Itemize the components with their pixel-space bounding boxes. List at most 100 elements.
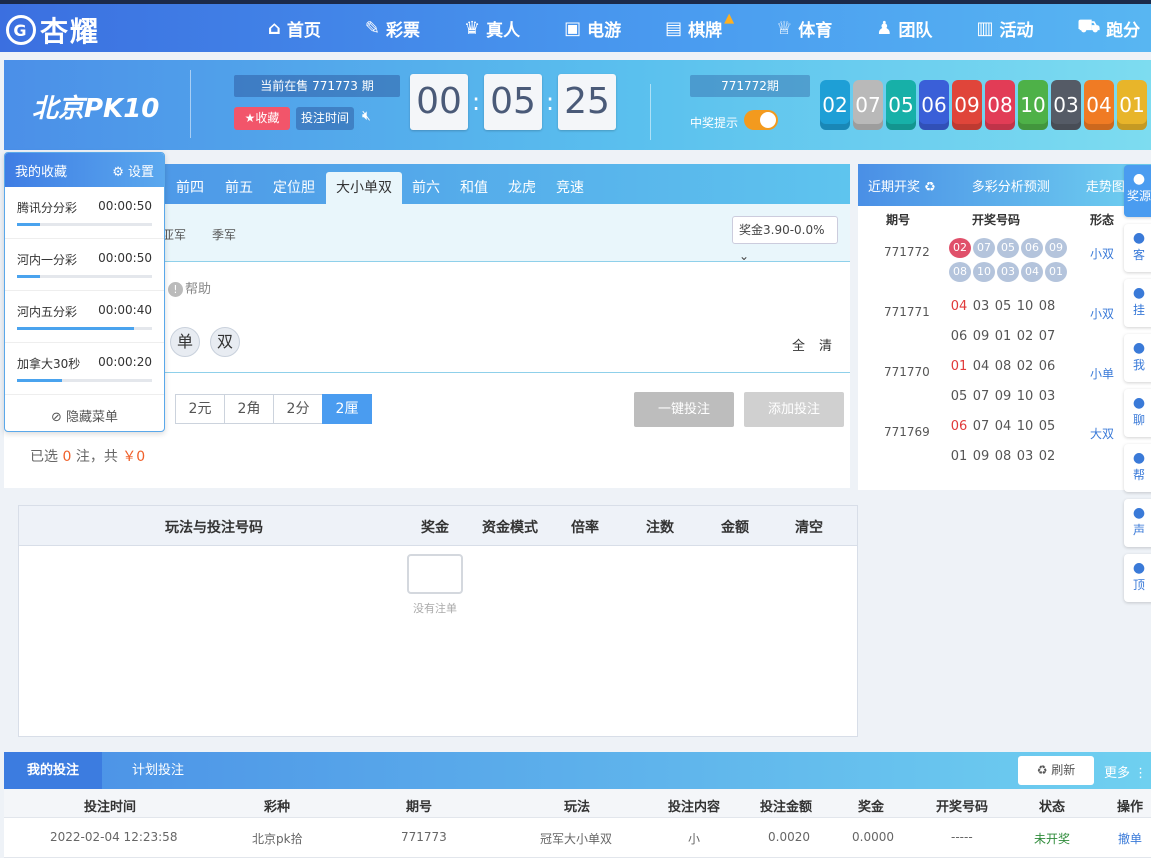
choice-even[interactable]: 双 [210, 327, 240, 357]
refresh-button[interactable]: ♻ 刷新 [1018, 756, 1094, 785]
favorite-item[interactable]: 加拿大30秒 00:00:20 [5, 343, 164, 395]
help-link[interactable]: ! 帮助 [168, 278, 211, 297]
nav-item-label: 体育 [798, 20, 833, 41]
sidebar-item[interactable]: ● 奖源 [1124, 165, 1151, 217]
favorite-progress [17, 327, 152, 330]
nav-item-label: 团队 [898, 20, 933, 41]
play-tab[interactable]: 前六 [404, 172, 448, 204]
draw-period: 771772 [884, 245, 930, 259]
nav-item-5[interactable]: ♕ 体育 [776, 16, 832, 41]
result-ball: 10 [1018, 80, 1048, 130]
draw-number: 04 [950, 299, 968, 314]
tab-trend-chart[interactable]: 走势图 [1086, 176, 1125, 195]
tab-plan-bets[interactable]: 计划投注 [132, 752, 184, 789]
select-all-button[interactable]: 全 [792, 335, 805, 354]
draw-number: 06 [950, 329, 968, 344]
bet-unit-option[interactable]: 2角 [224, 394, 274, 424]
nav-item-label: 首页 [286, 20, 321, 41]
prize-select[interactable]: 奖金3.90-0.0% ⌄ [732, 216, 838, 263]
sidebar-item[interactable]: ● 挂 [1124, 279, 1151, 327]
sidebar-item[interactable]: ● 帮 [1124, 444, 1151, 492]
result-ball: 06 [919, 80, 949, 130]
sidebar-item[interactable]: ● 我 [1124, 334, 1151, 382]
quick-bet-button[interactable]: 一键投注 [634, 392, 734, 427]
column-header: 玩法与投注号码 [165, 520, 263, 536]
bet-unit-option[interactable]: 2分 [273, 394, 323, 424]
play-tab[interactable]: 大小单双 [326, 172, 402, 204]
favorite-item[interactable]: 河内五分彩 00:00:40 [5, 291, 164, 343]
bet-unit-option[interactable]: 2元 [175, 394, 225, 424]
nav-item-8[interactable]: ⛟ 跑分 [1077, 16, 1140, 41]
table-cell: 2022-02-04 12:23:58 [50, 830, 178, 844]
nav-item-label: 彩票 [385, 20, 420, 41]
sidebar-item[interactable]: ● 声 [1124, 499, 1151, 547]
hide-menu-button[interactable]: ⊘ 隐藏菜单 [5, 395, 164, 425]
column-header: 奖金 [421, 520, 449, 536]
draw-period: 771770 [884, 365, 930, 379]
win-hint-toggle[interactable] [744, 110, 778, 130]
draw-shape: 小单 [1090, 367, 1115, 381]
cancel-bet-link[interactable]: 撤单 [1118, 830, 1142, 847]
nav-item-2[interactable]: ♛ 真人 [464, 16, 520, 41]
nav-item-0[interactable]: ⌂ 首页 [268, 16, 321, 41]
nav-item-7[interactable]: ▥ 活动 [976, 16, 1033, 41]
play-tab[interactable]: 竞速 [548, 172, 592, 204]
nav-item-6[interactable]: ♟ 团队 [876, 16, 932, 41]
sidebar-item[interactable]: ● 客 [1124, 224, 1151, 272]
bet-time-button[interactable]: 投注时间 [296, 107, 354, 130]
table-cell: 771773 [401, 830, 447, 844]
favorites-settings-button[interactable]: ⚙ 设置 [112, 161, 154, 180]
favorite-countdown: 00:00:40 [98, 303, 152, 317]
play-tab[interactable]: 定位胆 [266, 172, 322, 204]
table-cell: 0.0020 [768, 830, 810, 844]
sidebar-icon: ● [1132, 340, 1146, 356]
draw-number: 04 [1021, 262, 1043, 282]
site-logo[interactable]: G 杏耀 [6, 12, 100, 48]
draw-number: 10 [1016, 299, 1034, 314]
my-bets-tabs: 我的投注 计划投注 ♻ 刷新 更多 ⋮ [4, 752, 1151, 789]
result-ball: 05 [886, 80, 916, 130]
result-balls: 02 07 05 06 09 08 10 03 04 01 [820, 80, 1150, 130]
bet-slip-header: 玩法与投注号码 奖金 资金模式 倍率 注数 金额 清空 [19, 506, 857, 546]
recent-draws-columns: 期号 开奖号码 形态 [886, 212, 1115, 227]
subtab-third[interactable]: 季军 [212, 226, 236, 243]
choice-odd[interactable]: 单 [170, 327, 200, 357]
recent-draws-panel: 近期开奖 ♻ 多彩分析预测 走势图 期号 开奖号码 形态 771772 02 07 0… [858, 164, 1151, 490]
clear-selection-button[interactable]: 清 [819, 335, 832, 354]
sidebar-item[interactable]: ● 聊 [1124, 389, 1151, 437]
countdown-hours: 00 [410, 74, 468, 130]
add-bet-button[interactable]: 添加投注 [744, 392, 844, 427]
tab-recent-draws[interactable]: 近期开奖 ♻ [868, 176, 936, 195]
favorite-item[interactable]: 河内一分彩 00:00:50 [5, 239, 164, 291]
favorite-item[interactable]: 腾讯分分彩 00:00:50 [5, 187, 164, 239]
table-row: 2022-02-04 12:23:58 北京pk拾 771773 冠军大小单双 小 0.0… [4, 818, 1151, 858]
play-tab[interactable]: 龙虎 [500, 172, 544, 204]
empty-slip: 没有注单 [407, 554, 463, 616]
mute-icon[interactable]: 🔇︎ [362, 108, 371, 124]
draw-number: 02 [1016, 329, 1034, 344]
subtab-second[interactable]: 亚军 [162, 226, 186, 243]
recent-draws-tabs: 近期开奖 ♻ 多彩分析预测 走势图 [858, 164, 1151, 206]
play-tab[interactable]: 前四 [168, 172, 212, 204]
draw-number: 07 [972, 419, 990, 434]
tab-analysis[interactable]: 多彩分析预测 [972, 176, 1050, 195]
play-tab[interactable]: 和值 [452, 172, 496, 204]
column-header[interactable]: 清空 [795, 517, 823, 537]
column-header: 状态 [1039, 800, 1066, 815]
more-button[interactable]: 更多 ⋮ [1104, 762, 1147, 781]
column-header: 投注金额 [760, 800, 813, 815]
countdown-clock: 00 : 05 : 25 [410, 74, 616, 130]
draw-number: 01 [950, 359, 968, 374]
play-tab[interactable]: 前五 [216, 172, 262, 204]
nav-item-3[interactable]: ▣ 电游 [564, 16, 621, 41]
column-header: 注数 [646, 520, 674, 536]
nav-item-4[interactable]: ▤ 棋牌 ▲ [665, 11, 734, 41]
favorite-progress [17, 223, 152, 226]
sidebar-icon: ● [1132, 450, 1146, 466]
sidebar-item[interactable]: ● 顶 [1124, 554, 1151, 602]
bet-unit-option[interactable]: 2厘 [322, 394, 372, 424]
tab-my-bets[interactable]: 我的投注 [4, 752, 103, 789]
favorite-button[interactable]: ★收藏 [234, 107, 290, 130]
favorite-countdown: 00:00:50 [98, 199, 152, 213]
nav-item-1[interactable]: ✎ 彩票 [365, 16, 420, 41]
